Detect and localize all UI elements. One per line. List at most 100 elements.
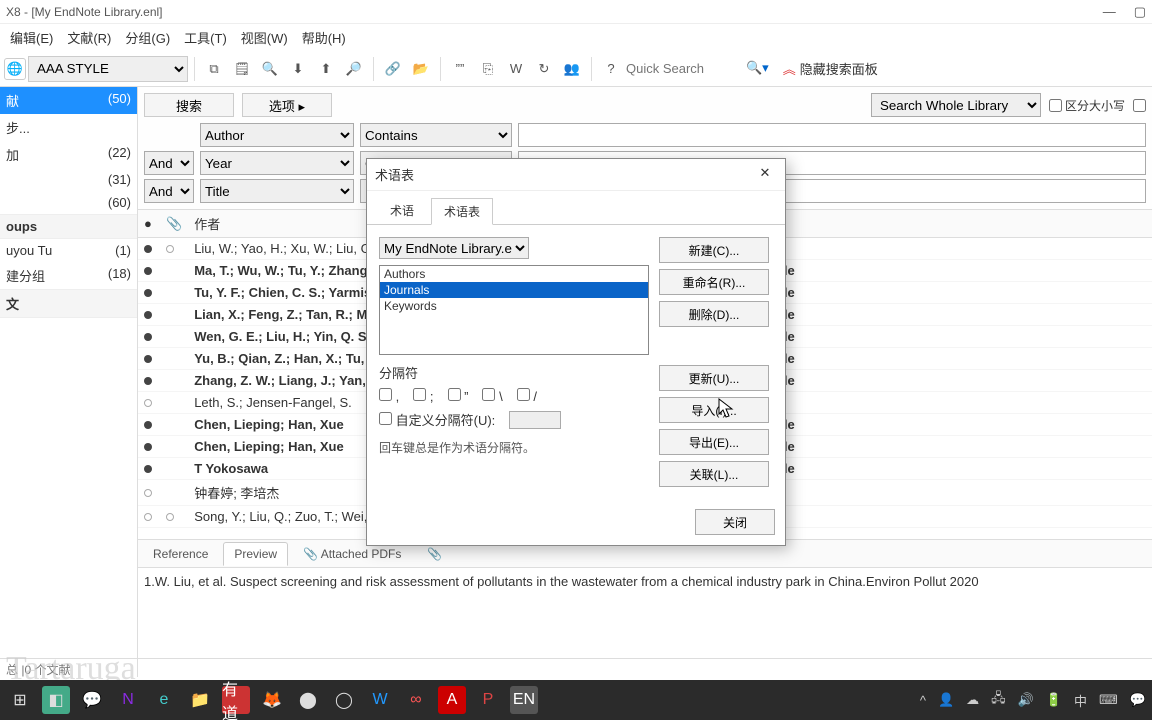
delim-bslash[interactable]: \ xyxy=(482,388,502,404)
delim-comma[interactable]: , xyxy=(379,388,399,404)
tab-lists[interactable]: 术语表 xyxy=(431,198,493,225)
battery-icon[interactable]: 🔋 xyxy=(1046,692,1062,708)
close-icon[interactable]: ✕ xyxy=(753,165,777,184)
format-icon[interactable]: ⎘ xyxy=(475,56,501,82)
field-select[interactable]: Title xyxy=(200,179,354,203)
search-online-icon[interactable]: 🔍 xyxy=(257,56,283,82)
match-case-checkbox[interactable]: 区分大小写 xyxy=(1049,93,1125,117)
close-button[interactable]: 关闭 xyxy=(695,509,775,535)
insert-citation-icon[interactable]: ”” xyxy=(447,56,473,82)
style-select[interactable]: AAA STYLE xyxy=(28,56,188,82)
cloud-icon[interactable]: ☁ xyxy=(966,692,979,708)
powerpoint-icon[interactable]: P xyxy=(474,686,502,714)
sidebar-group-2[interactable]: 建分组 (18) xyxy=(0,262,137,289)
import-button[interactable]: 导入(I)... xyxy=(659,397,769,423)
options-button[interactable]: 选项 ▸ xyxy=(242,93,332,117)
export-icon[interactable]: ⬆ xyxy=(313,56,339,82)
author-header[interactable]: 作者 xyxy=(194,217,220,232)
volume-icon[interactable]: 🔊 xyxy=(1018,692,1034,708)
search-button[interactable]: 搜索 xyxy=(144,93,234,117)
maximize-button[interactable]: ▢ xyxy=(1134,4,1146,20)
task-icon[interactable]: ∞ xyxy=(402,686,430,714)
chrome-icon[interactable]: ⬤ xyxy=(294,686,322,714)
list-item-keywords[interactable]: Keywords xyxy=(380,298,648,314)
sidebar-group-1[interactable]: uyou Tu (1) xyxy=(0,239,137,262)
sidebar-item[interactable]: (60) xyxy=(0,191,137,214)
item-count: (50) xyxy=(108,91,131,110)
delete-button[interactable]: 删除(D)... xyxy=(659,301,769,327)
task-icon[interactable]: N xyxy=(114,686,142,714)
help-icon[interactable]: ? xyxy=(598,56,624,82)
open-icon[interactable]: 📂 xyxy=(408,56,434,82)
word-icon[interactable]: W xyxy=(503,56,529,82)
clip-header[interactable]: 📎 xyxy=(166,216,182,231)
menu-groups[interactable]: 分组(G) xyxy=(119,26,176,49)
op-select[interactable]: And xyxy=(144,179,194,203)
cond-select[interactable]: Contains xyxy=(360,123,512,147)
op-select[interactable]: And xyxy=(144,151,194,175)
task-icon[interactable]: 有道 xyxy=(222,686,250,714)
start-button[interactable]: ⊞ xyxy=(6,686,34,714)
separator xyxy=(194,57,195,81)
obs-icon[interactable]: ◯ xyxy=(330,686,358,714)
keyboard-icon[interactable]: ⌨ xyxy=(1099,692,1118,708)
notifications-icon[interactable]: 💬 xyxy=(1130,692,1146,708)
sidebar-item[interactable]: 献(50) xyxy=(0,87,137,114)
menu-window[interactable]: 视图(W) xyxy=(235,26,294,49)
note-icon[interactable]: 🗒 xyxy=(229,56,255,82)
firefox-icon[interactable]: 🦊 xyxy=(258,686,286,714)
network-icon[interactable]: 🖧 xyxy=(991,689,1006,711)
update-button[interactable]: 更新(U)... xyxy=(659,365,769,391)
word-icon[interactable]: W xyxy=(366,686,394,714)
list-item-journals[interactable]: Journals xyxy=(380,282,648,298)
sidebar-item[interactable]: 加(22) xyxy=(0,141,137,168)
explorer-icon[interactable]: 📁 xyxy=(186,686,214,714)
delim-rdq[interactable]: ” xyxy=(448,388,469,404)
globe-icon[interactable]: 🌐 xyxy=(4,58,26,80)
ime-indicator[interactable]: 中 xyxy=(1074,691,1087,710)
custom-delim-checkbox[interactable]: 自定义分隔符(U): xyxy=(379,410,495,429)
task-icon[interactable]: 💬 xyxy=(78,686,106,714)
menu-references[interactable]: 文献(R) xyxy=(61,26,117,49)
menu-help[interactable]: 帮助(H) xyxy=(296,26,352,49)
field-select[interactable]: Author xyxy=(200,123,354,147)
search-value-input[interactable] xyxy=(518,123,1146,147)
quick-search-input[interactable] xyxy=(626,61,746,76)
search-scope-select[interactable]: Search Whole Library xyxy=(871,93,1041,117)
share-icon[interactable]: 👥 xyxy=(559,56,585,82)
endnote-icon[interactable]: EN xyxy=(510,686,538,714)
field-select[interactable]: Year xyxy=(200,151,354,175)
edge-icon[interactable]: e xyxy=(150,686,178,714)
menu-tools[interactable]: 工具(T) xyxy=(178,26,233,49)
import-icon[interactable]: ⬇ xyxy=(285,56,311,82)
library-select[interactable]: My EndNote Library.enl xyxy=(379,237,529,259)
tab-terms[interactable]: 术语 xyxy=(377,197,427,224)
tab-preview[interactable]: Preview xyxy=(223,542,288,566)
sync-icon[interactable]: ↻ xyxy=(531,56,557,82)
acrobat-icon[interactable]: A xyxy=(438,686,466,714)
list-item-authors[interactable]: Authors xyxy=(380,266,648,282)
task-icon[interactable]: ◧ xyxy=(42,686,70,714)
sidebar-item[interactable]: 步... xyxy=(0,114,137,141)
extra-checkbox[interactable] xyxy=(1133,93,1146,117)
term-lists-listbox[interactable]: Authors Journals Keywords xyxy=(379,265,649,355)
group-count: (1) xyxy=(115,243,131,258)
copy-icon[interactable]: ⧉ xyxy=(201,56,227,82)
menu-edit[interactable]: 编辑(E) xyxy=(4,26,59,49)
find-fulltext-icon[interactable]: 🔎 xyxy=(341,56,367,82)
tab-reference[interactable]: Reference xyxy=(142,542,219,566)
export-button[interactable]: 导出(E)... xyxy=(659,429,769,455)
people-icon[interactable]: 👤 xyxy=(938,692,954,708)
create-button[interactable]: 新建(C)... xyxy=(659,237,769,263)
tray-chevron-icon[interactable]: ^ xyxy=(920,693,926,708)
delim-semicolon[interactable]: ; xyxy=(413,388,433,404)
delim-fslash[interactable]: / xyxy=(517,388,537,404)
search-dropdown-icon[interactable]: 🔍▾ xyxy=(746,60,769,76)
sidebar-item[interactable]: (31) xyxy=(0,168,137,191)
minimize-button[interactable]: — xyxy=(1103,4,1116,20)
link-button[interactable]: 关联(L)... xyxy=(659,461,769,487)
rename-button[interactable]: 重命名(R)... xyxy=(659,269,769,295)
read-header[interactable]: ● xyxy=(144,216,152,231)
hide-search-panel-button[interactable]: ︽ 隐藏搜索面板 xyxy=(783,59,878,78)
link-icon[interactable]: 🔗 xyxy=(380,56,406,82)
